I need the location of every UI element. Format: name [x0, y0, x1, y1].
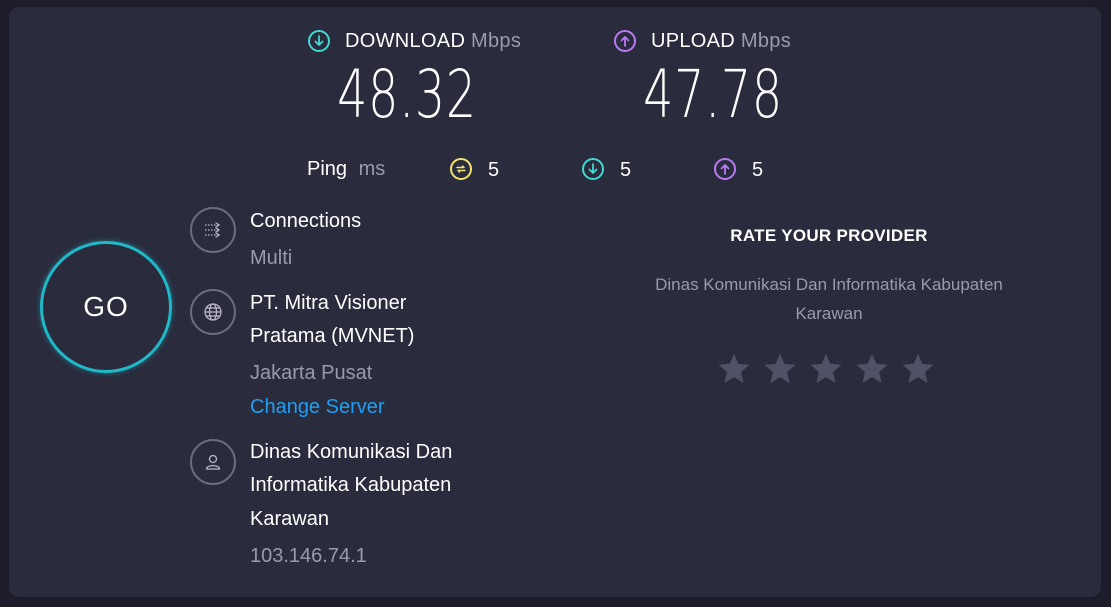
rate-provider-isp: Dinas Komunikasi Dan Informatika Kabupat… — [655, 275, 1003, 323]
upload-arrow-icon — [614, 30, 636, 52]
star-icon-4[interactable] — [854, 351, 890, 387]
connections-value: Multi — [250, 247, 293, 269]
ping-idle-value: 5 — [488, 159, 500, 181]
star-icon-3[interactable] — [808, 351, 844, 387]
go-button-label: GO — [83, 291, 129, 322]
ping-download-icon — [582, 158, 604, 180]
download-speed-value: 48.32 — [337, 56, 477, 133]
server-name-line2: Pratama (MVNET) — [250, 325, 415, 347]
ping-idle-icon — [450, 158, 472, 180]
provider-ip: 103.146.74.1 — [250, 545, 367, 567]
user-icon — [190, 439, 236, 485]
ping-upload-icon — [714, 158, 736, 180]
ping-label: Ping ms — [307, 158, 386, 180]
connections-icon — [190, 207, 236, 253]
globe-icon — [190, 289, 236, 335]
go-button[interactable]: GO — [40, 241, 172, 373]
upload-title: UPLOAD Mbps — [651, 30, 792, 52]
connections-title: Connections — [250, 210, 362, 232]
provider-name-line1: Dinas Komunikasi Dan — [250, 441, 453, 463]
ping-download-value: 5 — [620, 159, 632, 181]
change-server-link[interactable]: Change Server — [250, 396, 385, 419]
provider-name-line3: Karawan — [250, 508, 329, 530]
rating-stars — [716, 351, 936, 387]
upload-speed-value: 47.78 — [643, 56, 783, 133]
ping-upload-value: 5 — [752, 159, 764, 181]
rate-provider-title: RATE YOUR PROVIDER — [730, 226, 928, 245]
server-location: Jakarta Pusat — [250, 362, 373, 384]
star-icon-1[interactable] — [716, 351, 752, 387]
server-name-line1: PT. Mitra Visioner — [250, 292, 407, 314]
star-icon-2[interactable] — [762, 351, 798, 387]
download-arrow-icon — [308, 30, 330, 52]
download-title: DOWNLOAD Mbps — [345, 30, 522, 52]
provider-name-line2: Informatika Kabupaten — [250, 474, 452, 496]
star-icon-5[interactable] — [900, 351, 936, 387]
